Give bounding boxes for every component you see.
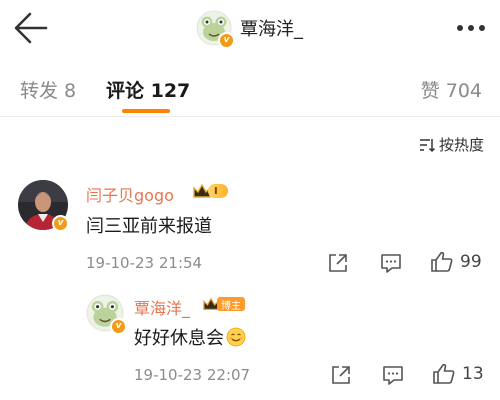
like-count: 99 xyxy=(460,252,482,272)
top-bar: v 覃海洋_ xyxy=(0,0,500,56)
share-icon xyxy=(332,366,350,384)
more-dots-icon xyxy=(457,25,485,31)
sort-icon xyxy=(419,138,435,152)
like-button[interactable]: 99 xyxy=(430,250,482,274)
sort-by-hot-button[interactable]: 按热度 xyxy=(419,134,484,155)
tab-divider xyxy=(0,116,500,117)
post-author-name[interactable]: 覃海洋_ xyxy=(240,15,303,41)
comment-text: 闫三亚前来报道 xyxy=(86,216,212,237)
more-button[interactable] xyxy=(456,18,486,38)
thumbs-up-icon xyxy=(431,251,453,272)
reply-like-button[interactable]: 13 xyxy=(432,362,484,386)
share-icon xyxy=(329,254,347,272)
thumbs-up-icon xyxy=(433,363,455,384)
fan-level-badge: I xyxy=(192,181,228,201)
reply-reply-button[interactable] xyxy=(382,364,404,386)
verified-badge: v xyxy=(52,215,69,232)
blogger-badge: 博主 xyxy=(202,294,245,314)
post-author[interactable]: v 覃海洋_ xyxy=(196,8,303,49)
reply-time: 19-10-23 22:07 xyxy=(134,366,251,384)
author-avatar[interactable]: v xyxy=(196,10,235,49)
smiling-face-icon xyxy=(226,327,246,347)
active-tab-indicator xyxy=(122,109,170,113)
fan-level-label: I xyxy=(208,184,228,198)
blogger-label: 博主 xyxy=(217,297,245,312)
reply-author-name[interactable]: 覃海洋_ xyxy=(134,295,190,319)
reply-share-button[interactable] xyxy=(330,364,352,386)
comment-time: 19-10-23 21:54 xyxy=(86,254,203,272)
reply-author-avatar[interactable]: v xyxy=(86,294,127,335)
verified-badge: v xyxy=(218,32,235,49)
share-button[interactable] xyxy=(327,252,349,274)
tab-comments[interactable]: 评论 127 xyxy=(106,76,190,103)
verified-badge: v xyxy=(110,318,127,335)
reply-like-count: 13 xyxy=(462,364,484,384)
comment-bubble-icon xyxy=(383,366,403,385)
commenter-name[interactable]: 闫子贝gogo xyxy=(86,182,174,206)
reply-button[interactable] xyxy=(380,252,402,274)
sort-label: 按热度 xyxy=(438,136,484,154)
reply-text: 好好休息会 xyxy=(134,328,224,349)
tab-repost[interactable]: 转发 8 xyxy=(20,76,76,103)
back-arrow-icon xyxy=(14,12,48,44)
tab-likes[interactable]: 赞 704 xyxy=(421,76,482,103)
reply-body: 好好休息会 xyxy=(134,324,246,350)
back-button[interactable] xyxy=(10,8,50,48)
comment-bubble-icon xyxy=(381,254,401,273)
tab-bar: 转发 8 评论 127 赞 704 xyxy=(0,60,500,114)
commenter-avatar[interactable]: v xyxy=(18,180,69,232)
